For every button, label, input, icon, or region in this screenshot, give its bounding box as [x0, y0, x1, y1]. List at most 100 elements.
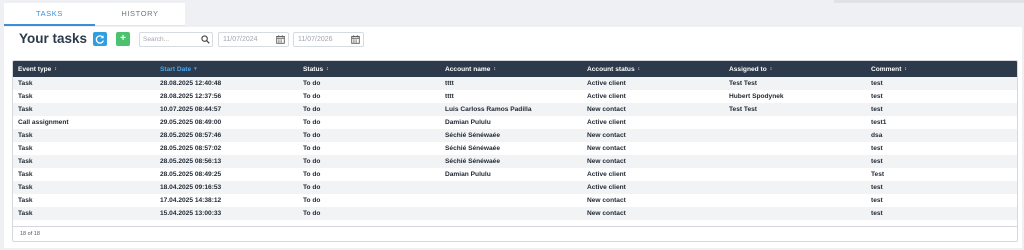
tab-bar: TASKS HISTORY: [4, 3, 185, 26]
cell-status: To do: [303, 93, 321, 100]
tasks-panel: Your tasks + 11/07/2024 11/07/2026: [4, 27, 1022, 248]
cell-comment: test: [871, 158, 883, 165]
cell-account-status: New contact: [587, 210, 626, 217]
cell-start-date: 18.04.2025 09:16:53: [160, 184, 222, 191]
column-header-comment[interactable]: Comment ↕: [871, 61, 907, 77]
table-row[interactable]: Task 28.05.2025 08:49:25 To do Damian Pulul…: [13, 168, 1017, 181]
cell-account-name: Damian Pululu: [445, 119, 491, 126]
table-row[interactable]: Task 28.05.2025 08:57:02 To do Séchié Sénéw…: [13, 142, 1017, 155]
page-title: Your tasks: [19, 31, 88, 46]
calendar-icon[interactable]: [351, 35, 360, 44]
cell-event-type: Task: [18, 145, 33, 152]
cell-event-type: Task: [18, 158, 33, 165]
date-to-field[interactable]: 11/07/2026: [293, 32, 364, 47]
calendar-icon[interactable]: [276, 35, 285, 44]
column-label: Status: [303, 66, 324, 73]
cell-account-status: New contact: [587, 106, 626, 113]
cell-account-status: New contact: [587, 197, 626, 204]
sort-icon: ↕: [769, 66, 773, 72]
column-header-event-type[interactable]: Event type ↕: [18, 61, 57, 77]
table-row[interactable]: Task 28.05.2025 08:56:13 To do Séchié Sénéw…: [13, 155, 1017, 168]
add-task-button[interactable]: +: [116, 32, 130, 46]
table-row[interactable]: Task 18.04.2025 09:16:53 To do Active clien…: [13, 181, 1017, 194]
date-to-value: 11/07/2026: [298, 36, 333, 43]
cell-status: To do: [303, 197, 321, 204]
table-row[interactable]: Call assignment 29.05.2025 08:49:00 To do D…: [13, 116, 1017, 129]
table-row[interactable]: Task 10.07.2025 08:44:57 To do Luis Carloss…: [13, 103, 1017, 116]
cell-account-name: Damian Pululu: [445, 171, 491, 178]
cell-comment: test: [871, 80, 883, 87]
cell-start-date: 28.05.2025 08:57:46: [160, 132, 222, 139]
column-header-status[interactable]: Status ↕: [303, 61, 329, 77]
cell-account-status: Active client: [587, 184, 626, 191]
column-label: Account name: [445, 66, 491, 73]
tab-history[interactable]: HISTORY: [95, 3, 185, 24]
cell-status: To do: [303, 119, 321, 126]
column-header-account-status[interactable]: Account status ↕: [587, 61, 640, 77]
cell-account-status: New contact: [587, 158, 626, 165]
table-row[interactable]: Task 17.04.2025 14:38:12 To do New contact t…: [13, 194, 1017, 207]
cell-assigned-to: [729, 129, 867, 142]
cell-comment: test: [871, 145, 883, 152]
column-header-account-name[interactable]: Account name ↕: [445, 61, 496, 77]
search-icon[interactable]: [201, 35, 210, 44]
sort-icon: ↕: [637, 66, 641, 72]
cell-assigned-to: Hubert Spodynek: [729, 93, 784, 100]
cell-status: To do: [303, 184, 321, 191]
date-from-field[interactable]: 11/07/2024: [218, 32, 289, 47]
table-row[interactable]: Task 28.08.2025 12:37:56 To do tttt Active c…: [13, 90, 1017, 103]
cell-account-name: Séchié Sénéwaée: [445, 132, 500, 139]
cell-account-status: Active client: [587, 171, 626, 178]
cell-comment: test: [871, 93, 883, 100]
table-footer: 18 of 18: [13, 226, 1017, 241]
cell-event-type: Task: [18, 210, 33, 217]
cell-status: To do: [303, 171, 321, 178]
sort-desc-icon: ▾: [194, 66, 197, 72]
cell-comment: test: [871, 210, 883, 217]
cell-account-status: Active client: [587, 80, 626, 87]
cell-event-type: Task: [18, 132, 33, 139]
cell-account-name: Séchié Sénéwaée: [445, 145, 500, 152]
cell-start-date: 28.08.2025 12:40:48: [160, 80, 222, 87]
column-header-assigned-to[interactable]: Assigned to ↕: [729, 61, 772, 77]
cell-account-name: Luis Carloss Ramos Padilla: [445, 106, 532, 113]
cell-start-date: 28.05.2025 08:57:02: [160, 145, 222, 152]
search-input[interactable]: [143, 33, 197, 46]
cell-start-date: 28.05.2025 08:56:13: [160, 158, 222, 165]
column-label: Start Date: [160, 66, 192, 73]
column-header-start-date[interactable]: Start Date ▾: [160, 61, 197, 77]
sort-icon: ↕: [493, 66, 496, 72]
tab-tasks[interactable]: TASKS: [4, 3, 95, 26]
cell-assigned-to: [729, 207, 867, 220]
cell-comment: Test: [871, 171, 885, 178]
cell-status: To do: [303, 158, 321, 165]
cell-event-type: Task: [18, 171, 33, 178]
cell-assigned-to: [729, 194, 867, 207]
cell-assigned-to: [729, 155, 867, 168]
cell-start-date: 10.07.2025 08:44:57: [160, 106, 222, 113]
search-field: [139, 32, 213, 47]
cell-status: To do: [303, 132, 321, 139]
cell-event-type: Call assignment: [18, 119, 69, 126]
refresh-button[interactable]: [93, 32, 107, 46]
cell-comment: dsa: [871, 132, 883, 139]
table-row[interactable]: Task 28.08.2025 12:40:48 To do tttt Active c…: [13, 77, 1017, 90]
cell-account-name: [445, 207, 583, 220]
row-count: 18 of 18: [20, 231, 40, 237]
cell-assigned-to: [729, 168, 867, 181]
cell-event-type: Task: [18, 93, 33, 100]
cell-start-date: 28.05.2025 08:49:25: [160, 171, 222, 178]
tasks-table: Event type ↕ Start Date ▾ Status ↕ Account nam…: [12, 60, 1018, 242]
column-label: Comment: [871, 66, 902, 73]
cell-start-date: 15.04.2025 13:00:33: [160, 210, 222, 217]
table-row[interactable]: Task 28.05.2025 08:57:46 To do Séchié Sénéw…: [13, 129, 1017, 142]
cell-event-type: Task: [18, 106, 33, 113]
cell-comment: test: [871, 184, 883, 191]
cell-assigned-to: [729, 181, 867, 194]
cell-assigned-to: [729, 116, 867, 129]
cell-comment: test1: [871, 119, 887, 126]
column-label: Account status: [587, 66, 635, 73]
cell-assigned-to: Test Test: [729, 106, 757, 113]
cell-start-date: 17.04.2025 14:38:12: [160, 197, 222, 204]
table-row[interactable]: Task 15.04.2025 13:00:33 To do New contact t…: [13, 207, 1017, 220]
